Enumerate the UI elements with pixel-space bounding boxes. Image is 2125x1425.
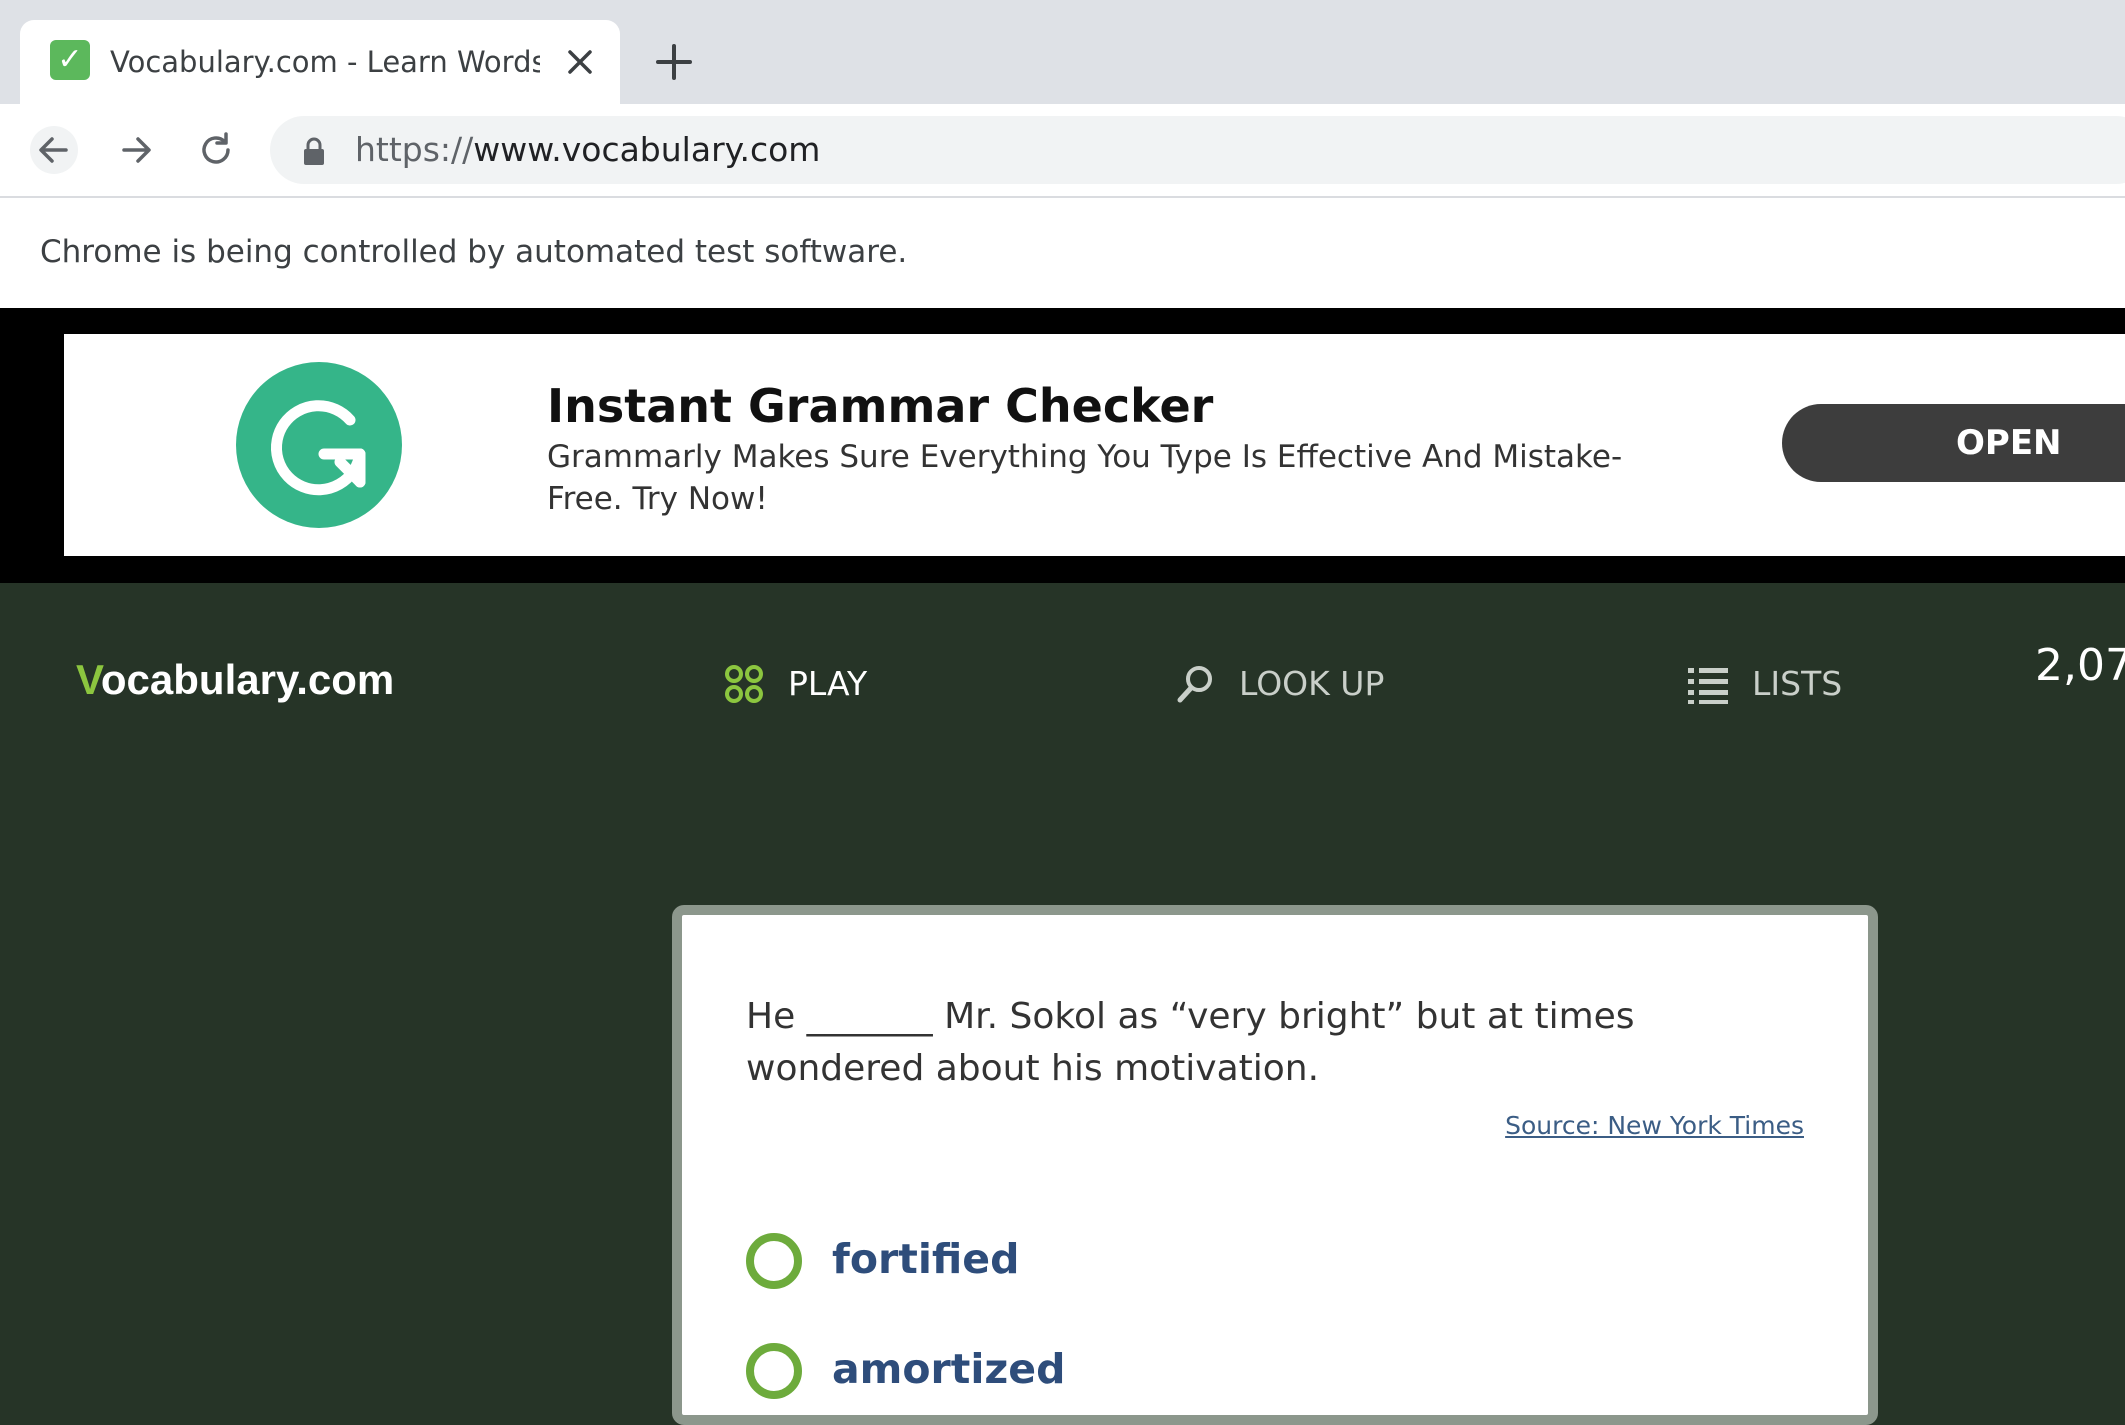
vocabulary-logo[interactable]: Vocabulary.com [76, 648, 394, 712]
answer-choice[interactable]: fortified [746, 1231, 1646, 1291]
browser-toolbar: https://www.vocabulary.com [0, 104, 2125, 198]
nav-look-up-label: LOOK UP [1239, 664, 1385, 703]
browser-tab[interactable]: ✓ Vocabulary.com - Learn Words - [20, 20, 620, 104]
tab-title: Vocabulary.com - Learn Words - [110, 45, 540, 79]
question-sentence: He _______ Mr. Sokol as “very bright” bu… [746, 996, 1635, 1089]
url-host: www.vocabulary.com [473, 130, 821, 169]
url-text[interactable]: https://www.vocabulary.com [355, 128, 820, 172]
lock-icon[interactable] [300, 136, 328, 166]
search-icon [1177, 666, 1212, 703]
forward-arrow-icon[interactable] [112, 126, 160, 174]
ad-title[interactable]: Instant Grammar Checker [547, 376, 1213, 436]
question-card: He _______ Mr. Sokol as “very bright” bu… [672, 905, 1878, 1425]
nav-lists-label: LISTS [1752, 664, 1843, 703]
radio-circle-icon[interactable] [746, 1343, 802, 1399]
play-grid-icon [725, 665, 763, 703]
nav-play-label: PLAY [788, 664, 868, 703]
automation-infobar: Chrome is being controlled by automated … [0, 198, 2125, 308]
points-counter[interactable]: 2,07 [2035, 640, 2125, 692]
logo-check-v: V [76, 656, 101, 703]
infobar-text: Chrome is being controlled by automated … [40, 234, 908, 270]
ad-description: Grammarly Makes Sure Everything You Type… [547, 439, 1623, 517]
vocabulary-favicon-icon: ✓ [50, 40, 90, 80]
reload-icon[interactable] [192, 126, 240, 174]
list-icon [1688, 668, 1728, 704]
radio-circle-icon[interactable] [746, 1233, 802, 1289]
close-tab-icon[interactable] [560, 42, 600, 82]
ad-open-button[interactable]: OPEN [1782, 404, 2125, 482]
ad-card[interactable]: Instant Grammar Checker Grammarly Makes … [64, 334, 2125, 556]
source-link[interactable]: Source: New York Times [1505, 1111, 1804, 1140]
ad-banner: Instant Grammar Checker Grammarly Makes … [0, 308, 2125, 583]
address-bar[interactable]: https://www.vocabulary.com [270, 116, 2125, 184]
browser-tabstrip: ✓ Vocabulary.com - Learn Words - [0, 0, 2125, 104]
answer-choice-text[interactable]: amortized [832, 1341, 1065, 1397]
nav-lists[interactable]: LISTS [1688, 660, 1868, 708]
nav-look-up[interactable]: LOOK UP [1175, 660, 1405, 708]
answer-choice-text[interactable]: fortified [832, 1231, 1019, 1287]
url-scheme: https:// [355, 130, 474, 169]
grammarly-logo-icon[interactable] [236, 362, 402, 528]
back-arrow-icon[interactable] [30, 126, 78, 174]
logo-text: ocabulary.com [100, 656, 395, 703]
answer-choice[interactable]: amortized [746, 1341, 1646, 1401]
new-tab-icon[interactable] [652, 40, 696, 84]
nav-play[interactable]: PLAY [724, 660, 904, 708]
